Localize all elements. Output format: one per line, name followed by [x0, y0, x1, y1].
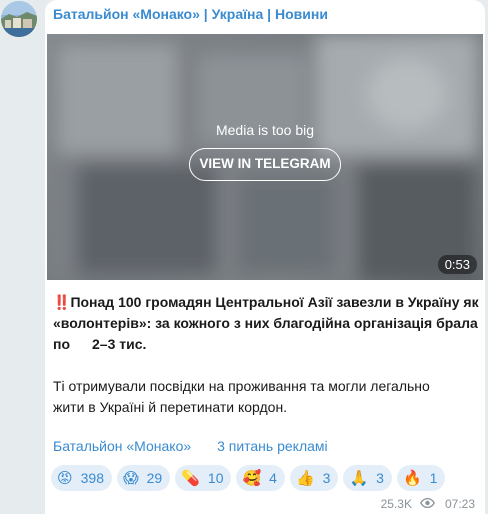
- message-time: 07:23: [444, 497, 475, 511]
- thumbs-up-icon: 👍: [295, 469, 315, 487]
- avatar-image: [1, 1, 37, 37]
- channel-avatar[interactable]: [1, 1, 37, 37]
- angry-face-icon: 😡: [57, 469, 73, 487]
- hearts-face-icon: 🥰: [242, 469, 262, 487]
- message-meta: 25.3K 07:23: [381, 497, 475, 511]
- pill-icon: 💊: [181, 469, 200, 487]
- post-body-line-1: Ті отримували посвідки на проживання та …: [53, 378, 430, 394]
- view-in-telegram-button[interactable]: VIEW IN TELEGRAM: [189, 148, 341, 181]
- media-too-big-notice: Media is too big: [215, 122, 315, 138]
- reaction-count: 3: [376, 470, 384, 486]
- ads-info-link[interactable]: 3 питань рекламі: [217, 438, 328, 454]
- reactions-bar: 😡 398 😱 29 💊 10 🥰 4 👍 3 🙏 3 🔥 1: [51, 465, 446, 491]
- channel-link[interactable]: Батальйон «Монако»: [53, 438, 191, 454]
- video-duration-badge: 0:53: [437, 255, 477, 274]
- double-exclamation-icon: ‼️: [53, 294, 71, 310]
- post-links: Батальйон «Монако» 3 питань рекламі: [53, 438, 328, 454]
- reaction-folded-hands[interactable]: 🙏 3: [343, 465, 392, 491]
- post-headline-line-1: ‼️Понад 100 громадян Центральної Азії за…: [53, 294, 479, 310]
- folded-hands-icon: 🙏: [349, 469, 369, 487]
- reaction-fire[interactable]: 🔥 1: [396, 465, 446, 491]
- channel-title[interactable]: Батальйон «Монако» | Україна | Новини: [53, 6, 328, 22]
- reaction-thumbs-up[interactable]: 👍 3: [289, 465, 339, 491]
- reaction-count: 398: [80, 470, 104, 486]
- reaction-count: 10: [207, 470, 224, 486]
- reaction-count: 29: [146, 470, 163, 486]
- post-headline-line-2: «волонтерів»: за кожного з них благодійн…: [53, 315, 478, 331]
- view-count: 25.3K: [380, 497, 412, 511]
- reaction-screaming[interactable]: 😱 29: [117, 465, 171, 491]
- screaming-face-icon: 😱: [123, 469, 139, 487]
- fire-icon: 🔥: [402, 469, 422, 487]
- reaction-angry[interactable]: 😡 398: [51, 465, 112, 491]
- post-body-line-2: жити в Україні й перетинати кордон.: [53, 399, 288, 415]
- telegram-post-view: Батальйон «Монако» | Україна | Новини Me…: [0, 0, 488, 514]
- reaction-count: 3: [322, 470, 331, 486]
- post-headline-line-3: по 2–3 тис.: [53, 336, 147, 352]
- eye-icon: [420, 497, 435, 511]
- reaction-count: 4: [269, 470, 277, 486]
- message-bubble: Батальйон «Монако» | Україна | Новини Me…: [45, 0, 485, 514]
- post-text: ‼️Понад 100 громадян Центральної Азії за…: [53, 292, 479, 418]
- reaction-hearts[interactable]: 🥰 4: [236, 465, 285, 491]
- reaction-count: 1: [429, 470, 438, 486]
- video-preview[interactable]: Media is too big VIEW IN TELEGRAM 0:53: [47, 34, 483, 280]
- reaction-pill[interactable]: 💊 10: [175, 465, 232, 491]
